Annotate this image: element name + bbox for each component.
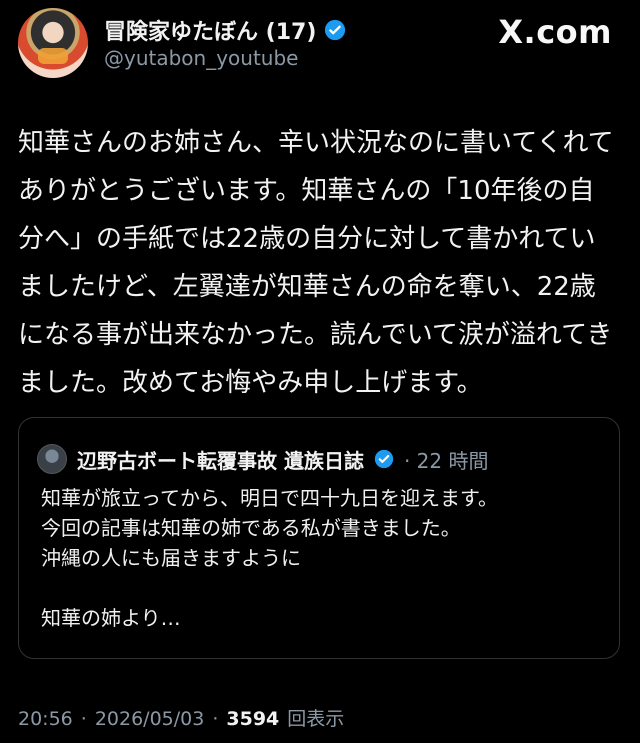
quoted-text-line: 今回の記事は知華の姉である私が書きました。: [41, 516, 461, 540]
verified-icon: [325, 19, 346, 41]
post-time[interactable]: 20:56: [18, 708, 73, 730]
post-text-line: ました。改めてお悔やみ申し上げます。: [18, 368, 483, 398]
separator-dot: ·: [80, 708, 87, 730]
views-count: 3594: [226, 708, 280, 730]
post-text-line: 知華さんのお姉さん、辛い状況なのに書いてくれて: [18, 128, 614, 158]
author-name-row: 冒険家ゆたぼん (17): [104, 14, 346, 46]
quoted-post-time: · 22 時間: [403, 448, 489, 473]
quoted-post-header: 辺野古ボート転覆事故 遺族日誌 · 22 時間: [37, 444, 489, 474]
brand-watermark: X.com: [498, 13, 612, 51]
quoted-text-line: 沖縄の人にも届きますように: [41, 546, 301, 570]
post-text-line: になる事が出来なかった。読んでいて涙が溢れてき: [18, 320, 613, 350]
post-header: 冒険家ゆたぼん (17) @yutabon_youtube X.com: [18, 8, 622, 78]
quoted-text-line: 知華の姉より…: [41, 606, 181, 630]
quoted-text-line: 知華が旅立ってから、明日で四十九日を迎えます。: [41, 486, 498, 510]
quoted-author-avatar[interactable]: [37, 444, 67, 474]
post-date[interactable]: 2026/05/03: [95, 708, 205, 730]
post-text-line: ありがとうございます。知華さんの「10年後の自: [18, 176, 595, 206]
post-text-line: 分へ」の手紙では22歳の自分に対して書かれてい: [18, 224, 596, 254]
quoted-author-name[interactable]: 辺野古ボート転覆事故 遺族日誌: [77, 445, 364, 474]
verified-icon: [374, 449, 394, 469]
author-display-name[interactable]: 冒険家ゆたぼん (17): [104, 14, 316, 46]
quoted-post-card[interactable]: 辺野古ボート転覆事故 遺族日誌 · 22 時間 知華が旅立ってから、明日で四十九…: [18, 417, 620, 659]
post-footer: 20:56 · 2026/05/03 · 3594 回表示: [18, 704, 344, 731]
author-avatar[interactable]: [18, 8, 88, 78]
quoted-post-text: 知華が旅立ってから、明日で四十九日を迎えます。 今回の記事は知華の姉である私が書…: [41, 483, 601, 633]
views-label: 回表示: [287, 708, 345, 730]
author-handle[interactable]: @yutabon_youtube: [104, 46, 298, 70]
post-text: 知華さんのお姉さん、辛い状況なのに書いてくれて ありがとうございます。知華さんの…: [18, 119, 622, 407]
quoted-text-line: [41, 573, 601, 603]
post-text-line: ましたけど、左翼達が知華さんの命を奪い、22歳: [18, 272, 596, 302]
separator-dot: ·: [212, 708, 219, 730]
